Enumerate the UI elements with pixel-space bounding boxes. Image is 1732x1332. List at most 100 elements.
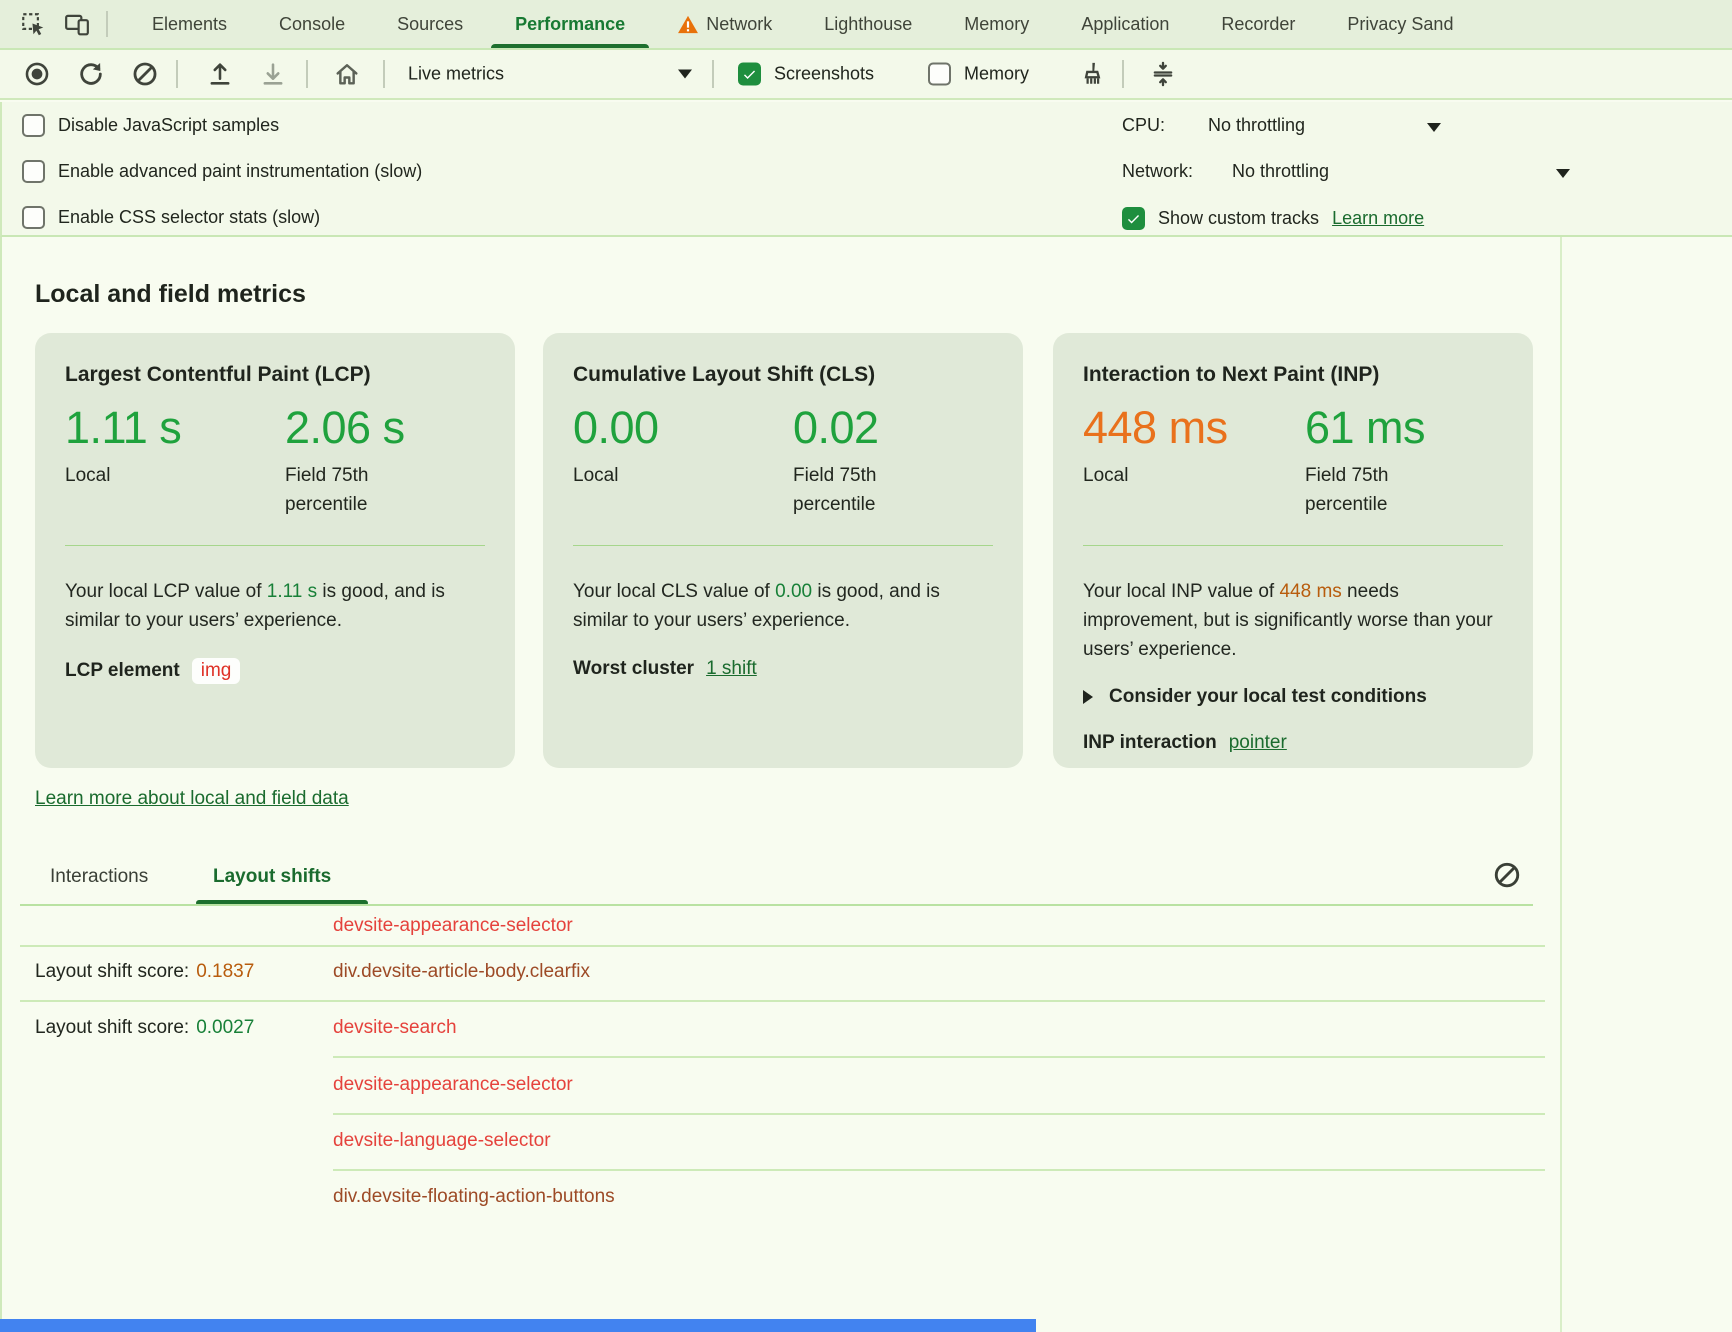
divider bbox=[1122, 60, 1124, 88]
inspect-element-icon[interactable] bbox=[18, 9, 48, 39]
node-link[interactable]: div.devsite-floating-action-buttons bbox=[333, 1183, 615, 1206]
screenshots-checkbox[interactable] bbox=[738, 63, 761, 86]
tab-recorder[interactable]: Recorder bbox=[1195, 0, 1321, 48]
performance-toolbar: Live metrics Screenshots Memory bbox=[0, 50, 1732, 100]
node-link[interactable]: devsite-appearance-selector bbox=[333, 1071, 573, 1099]
cpu-throttling-row: CPU: No throttling bbox=[1122, 115, 1305, 136]
divider bbox=[306, 60, 308, 88]
worst-cluster-label: Worst cluster bbox=[573, 658, 694, 680]
row-divider bbox=[333, 1169, 1545, 1171]
tab-memory[interactable]: Memory bbox=[938, 0, 1055, 48]
tab-network[interactable]: Network bbox=[651, 0, 798, 48]
layout-shift-score: 0.0027 bbox=[196, 1017, 254, 1038]
cpu-chevron-down-icon[interactable] bbox=[1427, 123, 1441, 132]
screenshots-checkbox-row[interactable]: Screenshots bbox=[738, 63, 874, 86]
custom-tracks-row: Show custom tracks Learn more bbox=[1122, 207, 1424, 230]
divider bbox=[106, 11, 108, 37]
page-title: Local and field metrics bbox=[35, 280, 306, 309]
tab-sources[interactable]: Sources bbox=[371, 0, 489, 48]
disable-js-samples-checkbox[interactable] bbox=[22, 114, 45, 137]
field-label: Field 75th percentile bbox=[793, 461, 943, 520]
lcp-local-value: 1.11 s bbox=[65, 403, 285, 453]
inp-local-value: 448 ms bbox=[1083, 403, 1305, 453]
tab-console[interactable]: Console bbox=[253, 0, 371, 48]
tab-privacy-sandbox[interactable]: Privacy Sand bbox=[1321, 0, 1479, 48]
clear-icon[interactable] bbox=[130, 59, 160, 89]
tab-performance[interactable]: Performance bbox=[489, 0, 651, 48]
card-title: Largest Contentful Paint (LCP) bbox=[65, 363, 485, 387]
node-link[interactable]: devsite-language-selector bbox=[333, 1127, 551, 1155]
cls-description: Your local CLS value of 0.00 is good, an… bbox=[573, 577, 993, 635]
tab-elements[interactable]: Elements bbox=[126, 0, 253, 48]
node-link[interactable]: div.devsite-article-body.clearfix bbox=[333, 958, 590, 986]
inp-interaction-link[interactable]: pointer bbox=[1229, 732, 1287, 754]
table-row: Layout shift score:0.0027 devsite-search bbox=[0, 1014, 1732, 1042]
divider bbox=[176, 60, 178, 88]
panel-mode-select[interactable]: Live metrics bbox=[408, 64, 504, 85]
field-label: Field 75th percentile bbox=[285, 461, 435, 520]
css-selector-stats-row[interactable]: Enable CSS selector stats (slow) bbox=[22, 206, 320, 229]
tab-lighthouse[interactable]: Lighthouse bbox=[798, 0, 938, 48]
divider bbox=[383, 60, 385, 88]
table-row: devsite-language-selector bbox=[0, 1127, 1732, 1155]
metric-card-lcp: Largest Contentful Paint (LCP) 1.11 s Lo… bbox=[35, 333, 515, 768]
metric-detail-tabs: Interactions Layout shifts bbox=[0, 858, 1732, 906]
reload-record-icon[interactable] bbox=[76, 59, 106, 89]
local-label: Local bbox=[573, 461, 723, 490]
disable-js-samples-row[interactable]: Disable JavaScript samples bbox=[22, 114, 279, 137]
custom-tracks-learn-more-link[interactable]: Learn more bbox=[1332, 208, 1424, 229]
table-row: devsite-appearance-selector bbox=[0, 1071, 1732, 1099]
devtools-tab-bar: Elements Console Sources Performance Net… bbox=[0, 0, 1732, 50]
table-row: Layout shift score:0.1837 div.devsite-ar… bbox=[0, 958, 1732, 986]
load-profile-icon[interactable] bbox=[205, 59, 235, 89]
expand-triangle-icon bbox=[1083, 690, 1093, 704]
divider bbox=[573, 545, 993, 546]
save-profile-icon[interactable] bbox=[258, 59, 288, 89]
lcp-field-value: 2.06 s bbox=[285, 403, 485, 453]
clear-log-icon[interactable] bbox=[1492, 860, 1522, 890]
worst-cluster-link[interactable]: 1 shift bbox=[706, 658, 757, 680]
network-chevron-down-icon[interactable] bbox=[1556, 169, 1570, 178]
metric-card-cls: Cumulative Layout Shift (CLS) 0.00 Local… bbox=[543, 333, 1023, 768]
node-link[interactable]: devsite-appearance-selector bbox=[333, 912, 573, 940]
row-divider bbox=[20, 1000, 1545, 1002]
bottom-blue-bar bbox=[0, 1319, 1036, 1332]
learn-more-field-data-link[interactable]: Learn more about local and field data bbox=[35, 788, 349, 810]
advanced-paint-row[interactable]: Enable advanced paint instrumentation (s… bbox=[22, 160, 422, 183]
collapse-icon[interactable] bbox=[1148, 59, 1178, 89]
inp-description: Your local INP value of 448 ms needs imp… bbox=[1083, 577, 1503, 664]
lcp-element-node-link[interactable]: img bbox=[192, 658, 241, 684]
network-throttling-row: Network: No throttling bbox=[1122, 161, 1329, 182]
tab-layout-shifts[interactable]: Layout shifts bbox=[213, 866, 331, 888]
row-divider bbox=[20, 945, 1545, 947]
layout-shift-score: 0.1837 bbox=[196, 961, 254, 982]
home-icon[interactable] bbox=[332, 59, 362, 89]
device-toolbar-icon[interactable] bbox=[62, 9, 92, 39]
cls-field-value: 0.02 bbox=[793, 403, 993, 453]
warning-icon bbox=[677, 15, 699, 34]
advanced-paint-checkbox[interactable] bbox=[22, 160, 45, 183]
field-label: Field 75th percentile bbox=[1305, 461, 1455, 520]
record-icon[interactable] bbox=[22, 59, 52, 89]
memory-checkbox[interactable] bbox=[928, 63, 951, 86]
divider bbox=[712, 60, 714, 88]
table-row: devsite-appearance-selector bbox=[0, 912, 1732, 940]
chevron-down-icon[interactable] bbox=[678, 70, 692, 79]
tab-interactions[interactable]: Interactions bbox=[50, 866, 148, 888]
node-link[interactable]: devsite-search bbox=[333, 1014, 457, 1042]
card-title: Cumulative Layout Shift (CLS) bbox=[573, 363, 993, 387]
garbage-collect-icon[interactable] bbox=[1076, 59, 1106, 89]
memory-checkbox-row[interactable]: Memory bbox=[928, 63, 1029, 86]
lcp-element-label: LCP element bbox=[65, 660, 180, 682]
local-label: Local bbox=[65, 461, 215, 490]
divider bbox=[1083, 545, 1503, 546]
custom-tracks-checkbox[interactable] bbox=[1122, 207, 1145, 230]
lcp-description: Your local LCP value of 1.11 s is good, … bbox=[65, 577, 485, 635]
cpu-throttling-select[interactable]: No throttling bbox=[1208, 115, 1305, 136]
row-divider bbox=[333, 1113, 1545, 1115]
network-throttling-select[interactable]: No throttling bbox=[1232, 161, 1329, 182]
css-selector-stats-checkbox[interactable] bbox=[22, 206, 45, 229]
local-test-conditions-disclosure[interactable]: Consider your local test conditions bbox=[1083, 686, 1503, 708]
metric-card-inp: Interaction to Next Paint (INP) 448 ms L… bbox=[1053, 333, 1533, 768]
tab-application[interactable]: Application bbox=[1055, 0, 1195, 48]
